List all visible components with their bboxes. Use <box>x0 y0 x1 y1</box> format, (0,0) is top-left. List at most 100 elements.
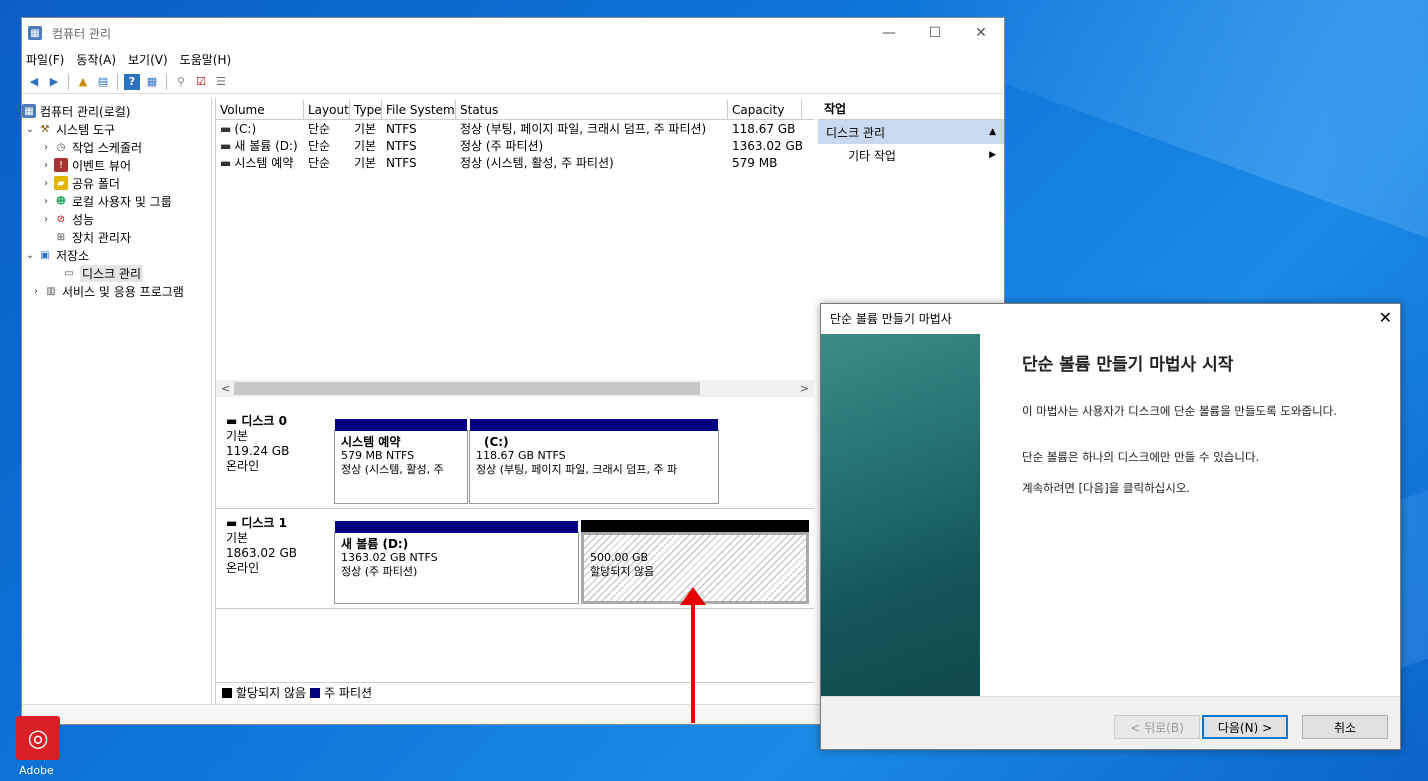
cancel-button[interactable]: 취소 <box>1302 715 1388 739</box>
menu-view[interactable]: 보기(V) <box>128 51 168 68</box>
tree-item-event-viewer[interactable]: › ! 이벤트 뷰어 <box>22 156 211 174</box>
disk-0-label[interactable]: ▬ 디스크 0 기본 119.24 GB 온라인 <box>226 414 332 474</box>
column-header-type[interactable]: Type <box>350 100 382 119</box>
menu-bar: 파일(F) 동작(A) 보기(V) 도움말(H) <box>22 48 1004 70</box>
menu-file[interactable]: 파일(F) <box>26 51 64 68</box>
column-header-volume[interactable]: Volume <box>216 100 304 119</box>
tree-item-label: 작업 스케줄러 <box>72 140 143 155</box>
tree-item-services[interactable]: › ▥ 서비스 및 응용 프로그램 <box>22 282 211 300</box>
column-header-status[interactable]: Status <box>456 100 728 119</box>
wizard-paragraph-2: 단순 볼륨은 하나의 디스크에만 만들 수 있습니다. <box>1022 450 1260 464</box>
tree-item-label: 서비스 및 응용 프로그램 <box>62 284 184 299</box>
partition-header-bar <box>335 419 467 431</box>
column-header-file-system[interactable]: File System <box>382 100 456 119</box>
tree-item-local-users[interactable]: › ☻ 로컬 사용자 및 그룹 <box>22 192 211 210</box>
collapse-up-icon[interactable]: ▲ <box>989 127 996 137</box>
scroll-left-icon[interactable]: < <box>221 382 230 395</box>
desktop-icon-label[interactable]: Adobe <box>19 764 54 777</box>
users-icon: ☻ <box>55 195 67 207</box>
list-view-icon[interactable]: ☰ <box>213 74 229 90</box>
close-icon[interactable]: ✕ <box>1379 308 1392 327</box>
tree-item-label: 로컬 사용자 및 그룹 <box>72 194 172 209</box>
minimize-button[interactable]: — <box>866 18 912 48</box>
chevron-right-icon[interactable]: › <box>40 178 52 189</box>
navigation-tree: ▦ 컴퓨터 관리(로컬) ⌄ ⚒ 시스템 도구 › ◷ 작업 스케줄러 › ! … <box>22 98 212 704</box>
tree-item-label: 디스크 관리 <box>80 264 144 282</box>
chevron-down-icon[interactable]: ⌄ <box>24 124 36 135</box>
disk-name: 디스크 0 <box>241 414 287 428</box>
volume-capacity: 579 MB <box>732 155 778 170</box>
tree-item-system-tools[interactable]: ⌄ ⚒ 시스템 도구 <box>22 120 211 138</box>
table-row[interactable]: ▬ 시스템 예약 단순 기본 NTFS 정상 (시스템, 활성, 주 파티션) 5… <box>216 154 814 171</box>
table-row[interactable]: ▬ (C:) 단순 기본 NTFS 정상 (부팅, 페이지 파일, 크래시 덤프,… <box>216 120 814 137</box>
back-button[interactable]: < 뒤로(B) <box>1114 715 1200 739</box>
tree-item-device-manager[interactable]: ⊞ 장치 관리자 <box>22 228 211 246</box>
volume-name: 시스템 예약 <box>234 156 294 170</box>
partition-system-reserved[interactable]: 시스템 예약 579 MB NTFS 정상 (시스템, 활성, 주 <box>334 419 468 504</box>
disk-size: 119.24 GB <box>226 444 290 458</box>
legend-unallocated-swatch <box>222 687 232 698</box>
partition-c[interactable]: (C:) 118.67 GB NTFS 정상 (부팅, 페이지 파일, 크래시 … <box>469 419 719 504</box>
volume-fs: NTFS <box>386 155 417 170</box>
properties-icon[interactable]: ▦ <box>144 74 160 90</box>
legend-unallocated-label: 할당되지 않음 <box>236 686 307 700</box>
action-more[interactable]: 기타 작업 ▶ <box>818 144 1004 166</box>
tree-item-performance[interactable]: › ⊘ 성능 <box>22 210 211 228</box>
menu-action[interactable]: 동작(A) <box>76 51 116 68</box>
table-row[interactable]: ▬ 새 볼륨 (D:) 단순 기본 NTFS 정상 (주 파티션) 1363.02… <box>216 137 814 154</box>
column-header-capacity[interactable]: Capacity <box>728 100 802 119</box>
tree-item-task-scheduler[interactable]: › ◷ 작업 스케줄러 <box>22 138 211 156</box>
close-button[interactable]: ✕ <box>958 18 1004 48</box>
chevron-right-icon[interactable]: › <box>40 214 52 225</box>
wizard-heading: 단순 볼륨 만들기 마법사 시작 <box>1022 355 1234 375</box>
menu-help[interactable]: 도움말(H) <box>180 51 232 68</box>
disk-icon: ▬ <box>226 516 238 530</box>
annotation-arrow <box>691 600 695 723</box>
partition-status: 할당되지 않음 <box>590 565 655 578</box>
volume-layout: 단순 <box>308 139 331 153</box>
tree-item-label: 시스템 도구 <box>56 122 116 137</box>
tree-item-label: 성능 <box>72 212 95 227</box>
tree-item-root[interactable]: ▦ 컴퓨터 관리(로컬) <box>22 102 211 120</box>
column-header-layout[interactable]: Layout <box>304 100 350 119</box>
horizontal-scrollbar[interactable]: < > <box>216 380 814 397</box>
volume-list: Volume Layout Type File System Status Ca… <box>216 100 814 394</box>
forward-arrow-icon[interactable]: ▶ <box>46 74 62 90</box>
tree-item-disk-management[interactable]: ▭ 디스크 관리 <box>22 264 211 282</box>
submenu-arrow-icon: ▶ <box>989 150 996 160</box>
chevron-right-icon[interactable]: › <box>40 196 52 207</box>
wizard-paragraph-1: 이 마법사는 사용자가 디스크에 단순 볼륨을 만들도록 도와줍니다. <box>1022 404 1337 418</box>
volume-layout: 단순 <box>308 156 331 170</box>
scrollbar-thumb[interactable] <box>234 382 700 395</box>
event-viewer-icon: ! <box>54 158 68 172</box>
action-disk-management[interactable]: 디스크 관리 ▲ <box>818 120 1004 144</box>
next-button[interactable]: 다음(N) > <box>1202 715 1288 739</box>
disk-graphical-view: ▬ 디스크 0 기본 119.24 GB 온라인 시스템 예약 579 MB NT… <box>216 402 814 682</box>
toolbar-separator <box>166 73 167 90</box>
connect-icon[interactable]: ⚲ <box>173 74 189 90</box>
chevron-down-icon[interactable]: ⌄ <box>24 250 36 261</box>
show-hide-tree-icon[interactable]: ▤ <box>95 74 111 90</box>
chevron-right-icon[interactable]: › <box>40 142 52 153</box>
center-pane: Volume Layout Type File System Status Ca… <box>215 98 814 704</box>
device-manager-icon: ⊞ <box>56 231 66 243</box>
partition-title: 시스템 예약 <box>341 435 401 449</box>
scroll-right-icon[interactable]: > <box>800 382 809 395</box>
disk-1-label[interactable]: ▬ 디스크 1 기본 1863.02 GB 온라인 <box>226 516 332 576</box>
back-arrow-icon[interactable]: ◀ <box>26 74 42 90</box>
disk-type: 기본 <box>226 531 249 545</box>
partition-status: 정상 (주 파티션) <box>341 565 418 578</box>
tree-item-label: 장치 관리자 <box>72 230 132 245</box>
tree-item-label: 공유 폴더 <box>72 176 120 191</box>
tree-item-storage[interactable]: ⌄ ▣ 저장소 <box>22 246 211 264</box>
chevron-right-icon[interactable]: › <box>40 160 52 171</box>
wizard-paragraph-3: 계속하려면 [다음]을 클릭하십시오. <box>1022 481 1191 495</box>
chevron-right-icon[interactable]: › <box>30 286 42 297</box>
checklist-icon[interactable]: ☑ <box>193 74 209 90</box>
partition-d[interactable]: 새 볼륨 (D:) 1363.02 GB NTFS 정상 (주 파티션) <box>334 521 579 604</box>
help-icon[interactable]: ? <box>124 73 140 90</box>
maximize-button[interactable]: ☐ <box>912 18 958 48</box>
tree-item-shared-folders[interactable]: › ▰ 공유 폴더 <box>22 174 211 192</box>
adobe-cc-icon[interactable]: ◎ <box>16 716 60 760</box>
up-folder-icon[interactable]: ▲ <box>75 74 91 90</box>
